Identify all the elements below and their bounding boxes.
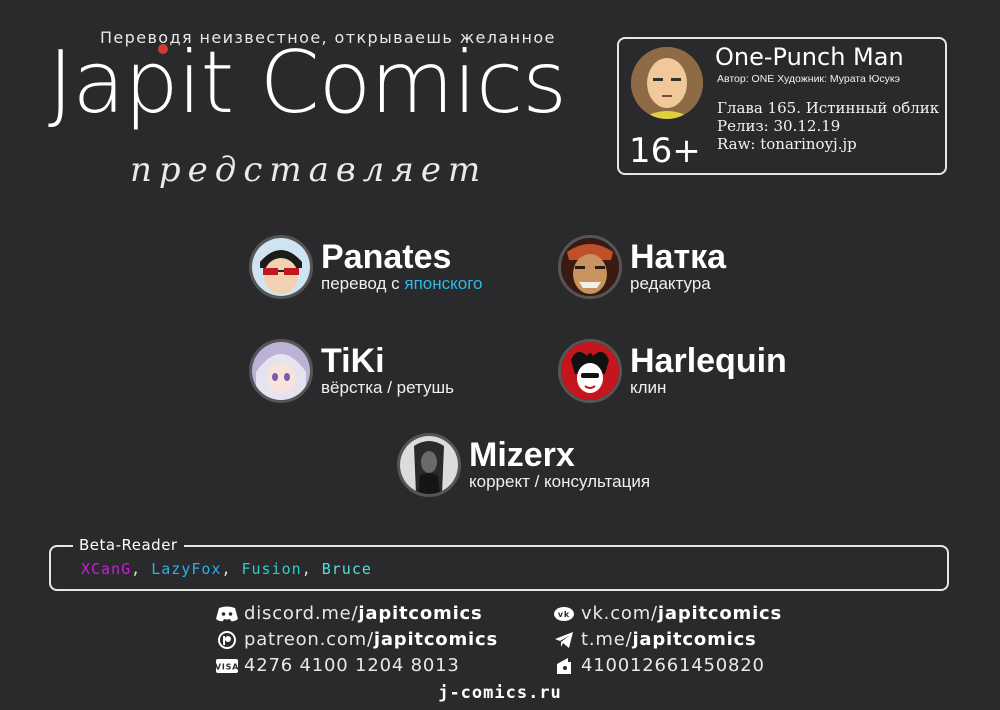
telegram-link[interactable]: t.me/japitcomics xyxy=(553,629,757,650)
svg-text:VISA: VISA xyxy=(216,662,238,671)
member-role: клин xyxy=(630,378,667,397)
member-name: Mizerx xyxy=(469,436,575,474)
beta-reader-name: Bruce xyxy=(321,560,372,578)
vk-icon: vk xyxy=(553,605,575,623)
patreon-link[interactable]: patreon.com/japitcomics xyxy=(216,629,498,650)
team-member-tiki: TiKi вёрстка / ретушь xyxy=(249,339,454,403)
role-highlight: японского xyxy=(404,274,483,293)
series-cover-avatar xyxy=(631,47,703,119)
discord-icon xyxy=(216,605,238,623)
beta-reader-list: XCanG, LazyFox, Fusion, Bruce xyxy=(81,560,372,578)
member-name: Harlequin xyxy=(630,342,787,380)
visa-icon: VISA xyxy=(216,657,238,675)
chapter-details: Глава 165. Истинный облик Релиз: 30.12.1… xyxy=(717,99,939,153)
site-link[interactable]: j-comics.ru xyxy=(0,683,1000,703)
series-credits: Автор: ONE Художник: Мурата Юсукэ xyxy=(717,73,900,85)
beta-reader-label: Beta-Reader xyxy=(73,536,184,554)
avatar xyxy=(558,339,622,403)
team-member-natka: Натка редактура xyxy=(558,235,726,299)
yandex-number: 410012661450820 xyxy=(581,655,765,676)
raw-source: Raw: tonarinoyj.jp xyxy=(717,135,857,153)
visa-number: 4276 4100 1204 8013 xyxy=(244,655,460,676)
chapter-title: Глава 165. Истинный облик xyxy=(717,99,940,117)
team-member-harlequin: Harlequin клин xyxy=(558,339,787,403)
brand-text: Japit Comics xyxy=(48,33,567,133)
yandex-money: 410012661450820 xyxy=(553,655,765,676)
series-title: One-Punch Man xyxy=(715,43,904,71)
member-role: вёрстка / ретушь xyxy=(321,378,454,397)
presents-text: представляет xyxy=(130,150,488,190)
beta-reader-name: LazyFox xyxy=(151,560,222,578)
team-member-panates: Panates перевод с японского xyxy=(249,235,482,299)
age-rating: 16+ xyxy=(629,131,701,171)
team-member-mizerx: Mizerx коррект / консультация xyxy=(397,433,650,497)
beta-reader-name: XCanG xyxy=(81,560,132,578)
release-date: Релиз: 30.12.19 xyxy=(717,117,841,135)
member-name: Натка xyxy=(630,238,727,276)
member-role: редактура xyxy=(630,274,711,293)
patreon-icon xyxy=(216,630,238,649)
avatar xyxy=(397,433,461,497)
member-name: TiKi xyxy=(321,342,385,380)
member-role: перевод с японского xyxy=(321,274,483,293)
series-info-card: 16+ One-Punch Man Автор: ONE Художник: М… xyxy=(617,37,947,175)
member-role: коррект / консультация xyxy=(469,472,651,491)
vk-link[interactable]: vk vk.com/japitcomics xyxy=(553,603,782,624)
avatar xyxy=(249,339,313,403)
beta-reader-name: Fusion xyxy=(241,560,302,578)
member-name: Panates xyxy=(321,238,452,276)
yandex-money-icon xyxy=(553,657,575,675)
visa-card: VISA 4276 4100 1204 8013 xyxy=(216,655,460,676)
telegram-icon xyxy=(553,631,575,649)
brand-dot xyxy=(158,44,168,54)
avatar xyxy=(249,235,313,299)
brand-title: Japit Comics xyxy=(48,40,567,126)
discord-link[interactable]: discord.me/japitcomics xyxy=(216,603,483,624)
beta-reader-box: Beta-Reader XCanG, LazyFox, Fusion, Bruc… xyxy=(49,536,949,591)
avatar xyxy=(558,235,622,299)
svg-text:vk: vk xyxy=(558,610,570,619)
